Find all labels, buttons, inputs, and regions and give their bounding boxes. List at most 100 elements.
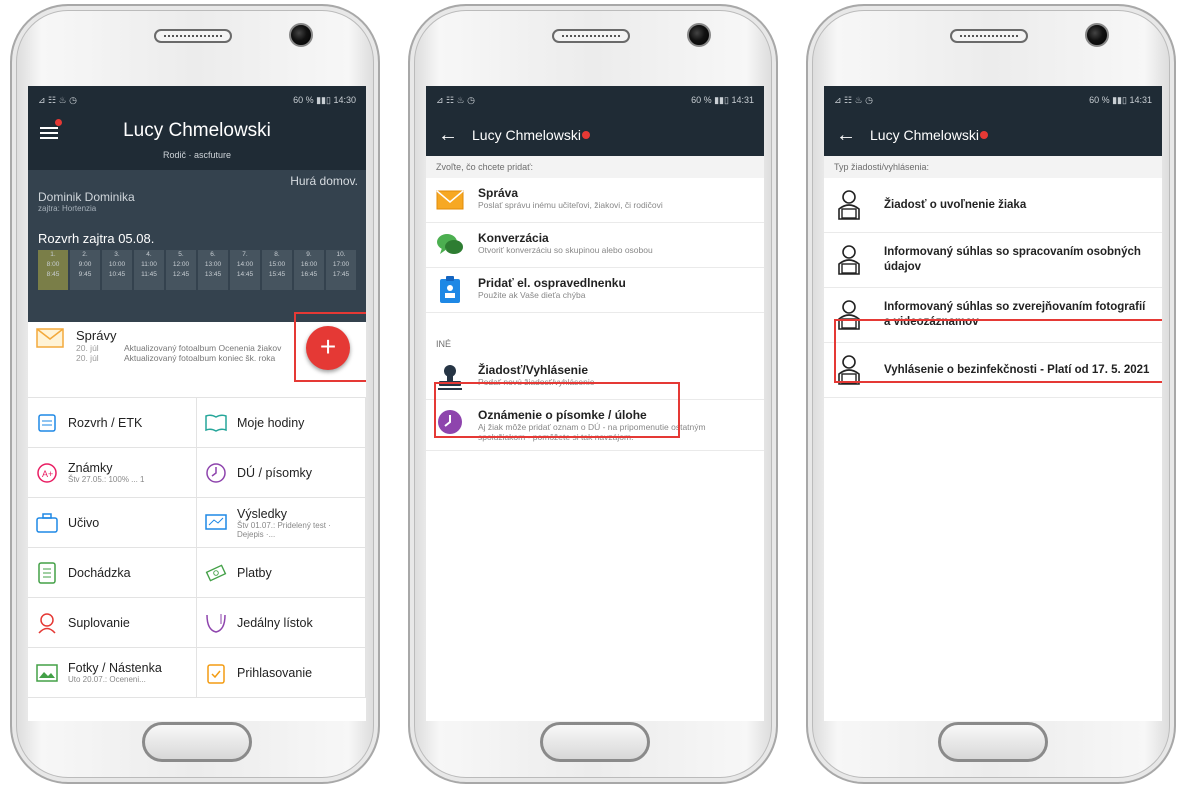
period-from: 9:00 (78, 261, 92, 268)
tile-briefcase[interactable]: Učivo (28, 498, 197, 548)
hamburger-menu-icon[interactable] (40, 124, 58, 142)
period-n: 3. (114, 251, 120, 258)
period-n: 2. (82, 251, 88, 258)
section-label: Typ žiadosti/vyhlásenia: (824, 156, 1162, 178)
highlight-box (294, 312, 366, 382)
status-battery-time: 60 % ▮▮▯ 14:30 (293, 94, 356, 105)
svg-text:A+: A+ (42, 469, 53, 479)
status-battery-time: 60 % ▮▮▯ 14:31 (691, 94, 754, 105)
status-icons: ⊿ ☷ ♨ ◷ (834, 94, 874, 105)
child-card[interactable]: Hurá domov. Dominik Dominika zajtra: Hor… (28, 170, 366, 322)
substitute-icon (36, 612, 58, 634)
parent-role: Rodič · ascfuture (162, 150, 232, 160)
tile-label: Platby (237, 565, 272, 580)
period-to: 15:45 (268, 271, 286, 278)
status-bar: ⊿ ☷ ♨ ◷ 60 % ▮▮▯ 14:31 (426, 86, 764, 114)
list-item-sprava[interactable]: Správa Poslať správu inému učiteľovi, žia… (426, 178, 764, 223)
chat-icon (436, 231, 464, 259)
signup-icon (205, 662, 227, 684)
request-type-item[interactable]: Informovaný súhlas so spracovaním osobný… (824, 233, 1162, 288)
home-button[interactable] (938, 722, 1048, 762)
period-from: 17:00 (332, 261, 350, 268)
item-subtitle: Otvoriť konverzáciu so skupinou alebo os… (478, 245, 653, 255)
camera-lens (1085, 23, 1109, 47)
person-icon (834, 244, 864, 276)
clock-icon (205, 462, 227, 484)
back-arrow-icon[interactable]: ← (836, 124, 856, 147)
timetable-period: 3. 10:00 10:45 (102, 250, 132, 290)
child-subtitle: zajtra: Hortenzia (38, 204, 97, 213)
back-arrow-icon[interactable]: ← (438, 124, 458, 147)
tile-results[interactable]: Výsledky Štv 01.07.: Pridelený test · Dej… (197, 498, 366, 548)
request-type-screen: ⊿ ☷ ♨ ◷ 60 % ▮▮▯ 14:31 ← Lucy Chmelowski… (824, 86, 1162, 721)
timetable-period: 1. 8:00 8:45 (38, 250, 68, 290)
briefcase-icon (36, 512, 58, 534)
timetable-period: 10. 17:00 17:45 (326, 250, 356, 290)
period-n: 7. (242, 251, 248, 258)
schedule-title: Rozvrh zajtra 05.08. (38, 231, 155, 246)
tile-attendance[interactable]: Dochádzka (28, 548, 197, 598)
status-bar: ⊿ ☷ ♨ ◷ 60 % ▮▮▯ 14:30 (28, 86, 366, 114)
period-n: 4. (146, 251, 152, 258)
status-icons: ⊿ ☷ ♨ ◷ (38, 94, 78, 105)
tile-clock[interactable]: DÚ / písomky (197, 448, 366, 498)
tile-cutlery[interactable]: Jedálny lístok (197, 598, 366, 648)
cutlery-icon (205, 612, 227, 634)
period-n: 6. (210, 251, 216, 258)
phone-frame-3: ⊿ ☷ ♨ ◷ 60 % ▮▮▯ 14:31 ← Lucy Chmelowski… (806, 4, 1176, 784)
period-n: 9. (306, 251, 312, 258)
home-button[interactable] (540, 722, 650, 762)
tile-book[interactable]: Moje hodiny (197, 398, 366, 448)
tile-label: Známky (68, 461, 113, 475)
app-bar-title: Lucy Chmelowski (870, 127, 979, 143)
status-icons: ⊿ ☷ ♨ ◷ (436, 94, 476, 105)
period-n: 10. (336, 251, 346, 258)
tile-signup[interactable]: Prihlasovanie (197, 648, 366, 698)
timetable-period: 8. 15:00 15:45 (262, 250, 292, 290)
phone-frame-2: ⊿ ☷ ♨ ◷ 60 % ▮▮▯ 14:31 ← Lucy Chmelowski… (408, 4, 778, 784)
child-name: Dominik Dominika (38, 190, 135, 204)
period-to: 12:45 (172, 271, 190, 278)
period-n: 5. (178, 251, 184, 258)
period-to: 11:45 (141, 271, 157, 278)
home-button[interactable] (142, 722, 252, 762)
list-item-konverzacia[interactable]: Konverzácia Otvoriť konverzáciu so skupin… (426, 223, 764, 268)
app-bar-title: Lucy Chmelowski (472, 127, 581, 143)
child-greeting: Hurá domov. (290, 174, 358, 188)
period-from: 10:00 (108, 261, 126, 268)
tile-label: Dochádzka (68, 565, 131, 580)
period-to: 13:45 (204, 271, 222, 278)
period-to: 14:45 (236, 271, 254, 278)
tile-grade[interactable]: A+ Známky Štv 27.05.: 100% ... 1 (28, 448, 197, 498)
timetable-period: 4. 11:00 11:45 (134, 250, 164, 290)
timetable-period: 5. 12:00 12:45 (166, 250, 196, 290)
item-title: Pridať el. ospravedlnenku (478, 276, 626, 290)
request-type-item[interactable]: Žiadosť o uvoľnenie žiaka (824, 178, 1162, 233)
period-from: 15:00 (268, 261, 286, 268)
list-item-ospravedlnenka[interactable]: Pridať el. ospravedlnenku Použite ak Vaše… (426, 268, 764, 313)
timetable-period: 6. 13:00 13:45 (198, 250, 228, 290)
profile-header: Lucy Chmelowski Rodič · ascfuture (28, 114, 366, 170)
tile-calendar[interactable]: Rozvrh / ETK (28, 398, 197, 448)
tile-subtitle: Uto 20.07.: Oceneni... (68, 675, 146, 684)
tile-label: Suplovanie (68, 615, 130, 630)
person-icon (834, 189, 864, 221)
timetable-period: 2. 9:00 9:45 (70, 250, 100, 290)
period-to: 9:45 (78, 271, 92, 278)
camera-lens (687, 23, 711, 47)
item-title: Konverzácia (478, 231, 549, 245)
photo-icon (36, 662, 58, 684)
tile-substitute[interactable]: Suplovanie (28, 598, 197, 648)
section-label: Zvoľte, čo chcete pridať: (426, 156, 764, 178)
messages-title: Správy (76, 328, 117, 343)
tile-label: Fotky / Nástenka (68, 661, 162, 675)
period-to: 8:45 (46, 271, 60, 278)
parent-name: Lucy Chmelowski (123, 120, 271, 141)
tile-photo[interactable]: Fotky / Nástenka Uto 20.07.: Oceneni... (28, 648, 197, 698)
item-title: Žiadosť/Vyhlásenie (478, 363, 589, 377)
tile-label: Prihlasovanie (237, 665, 313, 680)
phone-frame-1: ⊿ ☷ ♨ ◷ 60 % ▮▮▯ 14:30 Lucy Chmelowski R… (10, 4, 380, 784)
notification-dot (979, 131, 988, 139)
tile-payment[interactable]: Platby (197, 548, 366, 598)
highlight-box (834, 319, 1162, 383)
